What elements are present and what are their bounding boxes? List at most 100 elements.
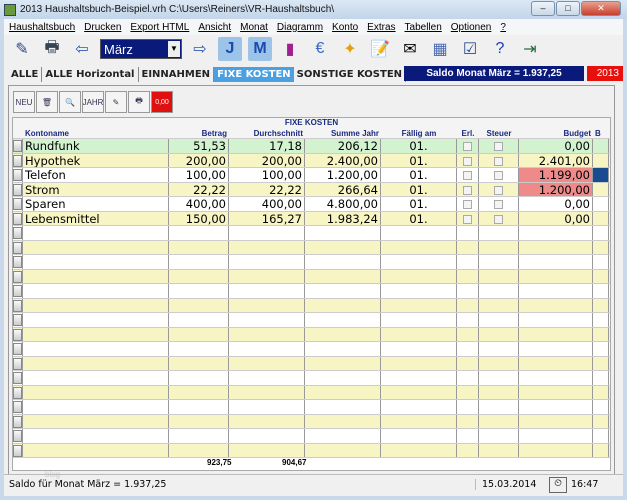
row-selector[interactable] [13,313,23,327]
row-button[interactable] [13,256,22,268]
row-selector[interactable] [13,211,23,225]
maximize-button[interactable]: □ [556,1,580,16]
table-row[interactable] [13,429,610,444]
table-row[interactable] [13,255,610,270]
menu-7[interactable]: Extras [367,22,395,33]
tab-3[interactable]: FIXE KOSTEN [214,67,294,82]
notepad-icon[interactable]: 📝 [368,37,392,61]
row-button[interactable] [13,270,22,283]
row-button[interactable] [13,328,22,341]
year-view-button[interactable]: J [218,37,242,61]
table-row[interactable]: Telefon 100,00 100,00 1.200,00 01. 1.199,00 [13,168,610,183]
row-selector[interactable] [13,240,23,254]
table-row[interactable] [13,443,610,458]
row-selector[interactable] [13,356,23,370]
year-table-button[interactable]: JAHR [82,91,104,113]
table-row[interactable]: Lebensmittel 150,00 165,27 1.983,24 01. 0,00 [13,211,610,226]
row-selector[interactable] [13,429,23,443]
row-button[interactable] [13,372,22,384]
erl-checkbox[interactable] [463,214,472,224]
row-selector[interactable] [13,342,23,356]
erl-checkbox[interactable] [463,200,472,209]
edit-icon[interactable]: ✎ [105,91,127,113]
print-icon[interactable]: 🖶 [40,37,64,61]
steuer-checkbox[interactable] [494,171,503,180]
menu-3[interactable]: Ansicht [198,22,231,33]
row-button[interactable] [13,343,22,355]
row-selector[interactable] [13,327,23,341]
edit-book-icon[interactable]: ✎ [10,37,34,61]
menu-8[interactable]: Tabellen [405,22,442,33]
row-button[interactable] [13,154,22,167]
row-button[interactable] [13,401,22,413]
clock-icon[interactable]: ⏲ [549,476,567,493]
menu-10[interactable]: ? [500,22,506,33]
row-selector[interactable] [13,168,23,182]
row-selector[interactable] [13,414,23,428]
row-selector[interactable] [13,443,23,457]
tab-4[interactable]: SONSTIGE KOSTEN [294,67,407,82]
table-row[interactable]: Sparen 400,00 400,00 4.800,00 01. 0,00 [13,197,610,212]
table-row[interactable]: Strom 22,22 22,22 266,64 01. 1.200,00 [13,182,610,197]
euro-icon[interactable]: € [308,37,332,61]
row-button[interactable] [13,415,22,428]
row-button[interactable] [13,198,22,210]
row-button[interactable] [13,314,22,326]
menu-6[interactable]: Konto [332,22,358,33]
row-selector[interactable] [13,269,23,283]
menu-4[interactable]: Monat [240,22,268,33]
menu-0[interactable]: Haushaltsbuch [9,22,75,33]
row-button[interactable] [13,169,22,181]
erl-checkbox[interactable] [463,142,472,151]
table-row[interactable] [13,269,610,284]
table-row[interactable] [13,226,610,241]
table-row[interactable] [13,327,610,342]
row-selector[interactable] [13,226,23,240]
print-icon[interactable]: 🖶 [128,91,150,113]
prev-month-icon[interactable]: ⇦ [70,37,94,61]
tab-0[interactable]: ALLE [8,67,43,82]
table-row[interactable] [13,240,610,255]
table-row[interactable]: Hypothek 200,00 200,00 2.400,00 01. 2.401,00 [13,153,610,168]
chevron-down-icon[interactable]: ▼ [168,41,180,57]
erl-checkbox[interactable] [463,156,472,166]
row-button[interactable] [13,227,22,239]
month-view-button[interactable]: M [248,37,272,61]
row-button[interactable] [13,241,22,254]
delete-icon[interactable]: 🗑 [36,91,58,113]
row-button[interactable] [13,299,22,312]
next-month-icon[interactable]: ⇨ [188,37,212,61]
table-row[interactable] [13,356,610,371]
row-selector[interactable] [13,385,23,399]
chart-icon[interactable]: ▮ [278,37,302,61]
table-row[interactable] [13,284,610,299]
tab-1[interactable]: ALLE Horizontal [42,67,139,82]
row-selector[interactable] [13,197,23,211]
menu-1[interactable]: Drucken [84,22,121,33]
tab-2[interactable]: EINNAHMEN [139,67,215,82]
checklist-icon[interactable]: ☑ [458,37,482,61]
table-row[interactable] [13,385,610,400]
erl-checkbox[interactable] [463,171,472,180]
table-row[interactable] [13,298,610,313]
row-selector[interactable] [13,400,23,414]
row-button[interactable] [13,285,22,297]
calculator-icon[interactable]: ▦ [428,37,452,61]
table-row[interactable]: Rundfunk 51,53 17,18 206,12 01. 0,00 [13,139,610,154]
steuer-checkbox[interactable] [494,214,503,224]
month-select[interactable]: März ▼ [100,39,182,59]
steuer-checkbox[interactable] [494,142,503,151]
exit-icon[interactable]: ⇥ [518,37,542,61]
steuer-checkbox[interactable] [494,156,503,166]
menu-9[interactable]: Optionen [451,22,492,33]
row-button[interactable] [13,444,22,457]
row-selector[interactable] [13,182,23,196]
mail-icon[interactable]: ✉ [398,37,422,61]
search-icon[interactable]: 🔍 [59,91,81,113]
close-button[interactable]: ✕ [581,1,621,16]
row-selector[interactable] [13,298,23,312]
new-entry-button[interactable]: NEU [13,91,35,113]
row-button[interactable] [13,212,22,225]
row-button[interactable] [13,386,22,399]
steuer-checkbox[interactable] [494,185,503,195]
